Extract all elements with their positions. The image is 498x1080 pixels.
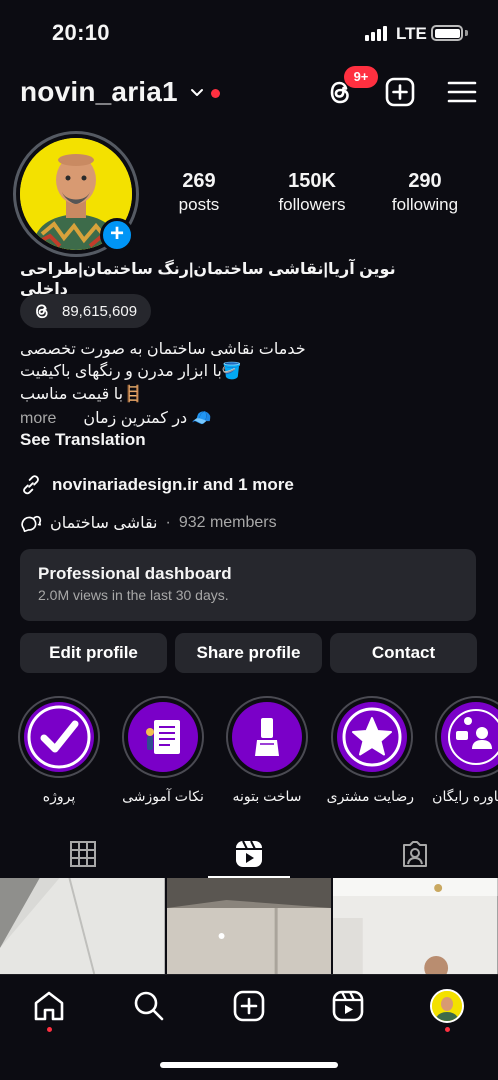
bio-line: 🪜با قیمت مناسب <box>20 386 143 403</box>
edit-profile-button[interactable]: Edit profile <box>20 633 167 673</box>
account-notification-dot <box>211 89 220 98</box>
status-time: 20:10 <box>52 20 110 45</box>
star-icon <box>342 707 402 767</box>
stat-followers[interactable]: 150K followers <box>252 170 372 215</box>
channel-members: 932 members <box>178 514 277 531</box>
battery-tip <box>465 30 468 36</box>
create-post-icon[interactable] <box>384 76 416 108</box>
grid-thumbnail[interactable] <box>166 878 332 974</box>
media-grid <box>0 878 498 974</box>
followers-label: followers <box>278 195 346 214</box>
home-notification-dot <box>47 1027 52 1032</box>
home-indicator <box>160 1062 338 1068</box>
tab-posts-grid[interactable] <box>0 830 166 878</box>
bio-line: 🧢 در کمترین زمان <box>83 410 212 427</box>
share-profile-button[interactable]: Share profile <box>175 633 322 673</box>
create-icon[interactable] <box>232 989 266 1023</box>
grid-icon <box>70 841 96 867</box>
home-icon[interactable] <box>32 989 66 1023</box>
dashboard-title: Professional dashboard <box>38 564 232 583</box>
channel-icon <box>21 515 42 533</box>
thumbnail-image <box>0 878 165 974</box>
website-link-text: novinariadesign.ir and 1 more <box>52 475 294 494</box>
highlight-item[interactable]: ساخت بتونه <box>225 696 309 805</box>
posts-count: 269 <box>182 170 216 192</box>
contact-button[interactable]: Contact <box>330 633 477 673</box>
tab-tagged[interactable] <box>332 830 498 878</box>
tab-reels[interactable] <box>166 830 332 878</box>
profile-avatar-tab[interactable] <box>430 989 464 1023</box>
profile-notification-dot <box>445 1027 450 1032</box>
threads-count: 89,615,609 <box>62 302 138 320</box>
bio-last-row: more 🧢 در کمترین زمان <box>20 408 212 430</box>
highlight-label: نکات آموزشی <box>122 788 204 804</box>
chevron-down-icon[interactable] <box>190 86 204 100</box>
profile-header: novin_aria1 9+ <box>0 66 498 116</box>
notification-badge[interactable]: 9+ <box>344 66 378 88</box>
following-count: 290 <box>408 170 442 192</box>
see-translation-link[interactable]: See Translation <box>20 430 146 450</box>
battery-icon <box>431 25 463 41</box>
reels-nav-icon[interactable] <box>331 989 365 1023</box>
thumbnail-image <box>166 878 332 974</box>
posts-label: posts <box>178 195 220 214</box>
tagged-person-icon <box>403 841 427 867</box>
following-label: following <box>391 195 459 214</box>
add-story-button[interactable]: + <box>100 218 134 252</box>
cellular-signal-icon <box>365 25 389 41</box>
checkmark-icon <box>27 705 91 769</box>
avatar-mini <box>432 991 462 1021</box>
highlight-label: ساخت بتونه <box>232 788 302 804</box>
separator-dot: · <box>165 514 171 531</box>
display-name: نوین آریا|نقاشی ساختمان|رنگ ساختمان|طراح… <box>20 261 396 298</box>
highlight-item[interactable]: مشاوره رایگان <box>432 696 498 805</box>
search-icon[interactable] <box>132 989 166 1023</box>
more-link[interactable]: more <box>20 410 56 427</box>
stat-following[interactable]: 290 following <box>365 170 485 215</box>
website-link[interactable]: novinariadesign.ir and 1 more <box>20 474 294 496</box>
status-bar: 20:10 LTE <box>0 0 498 62</box>
threads-icon <box>36 304 48 319</box>
highlight-label: رضایت مشتری <box>326 788 414 804</box>
highlight-label: پروژه <box>42 788 76 804</box>
grid-thumbnail[interactable] <box>333 878 498 974</box>
followers-count: 150K <box>288 170 336 192</box>
highlight-label: مشاوره رایگان <box>432 788 498 804</box>
broadcast-channel[interactable]: نقاشی ساختمان · 932 members <box>20 512 277 534</box>
content-tabs <box>0 830 498 878</box>
dashboard-subtitle: 2.0M views in the last 30 days. <box>38 587 229 603</box>
tips-document-icon <box>146 720 180 754</box>
grid-thumbnail[interactable] <box>0 878 165 974</box>
thumbnail-image <box>333 878 498 974</box>
bio-line: خدمات نقاشی ساختمان به صورت تخصصی <box>20 341 306 358</box>
stat-posts[interactable]: 269 posts <box>139 170 259 215</box>
channel-name: نقاشی ساختمان <box>50 515 158 532</box>
hamburger-menu-icon[interactable] <box>446 76 478 108</box>
consultation-icon <box>448 709 498 765</box>
username[interactable]: novin_aria1 <box>20 76 178 108</box>
highlight-item[interactable]: نکات آموزشی <box>121 696 205 805</box>
highlight-item[interactable]: رضایت مشتری <box>326 696 414 805</box>
link-icon <box>23 475 39 495</box>
putty-knife-icon <box>255 718 279 756</box>
network-type: LTE <box>396 24 427 43</box>
professional-dashboard[interactable]: Professional dashboard 2.0M views in the… <box>20 549 476 621</box>
bio-line: 🪣با ابزار مدرن و رنگهای باکیفیت <box>20 363 242 380</box>
reels-icon <box>236 840 262 867</box>
highlight-item[interactable]: پروژه <box>17 696 101 805</box>
threads-profile-chip[interactable]: 89,615,609 <box>20 294 152 328</box>
